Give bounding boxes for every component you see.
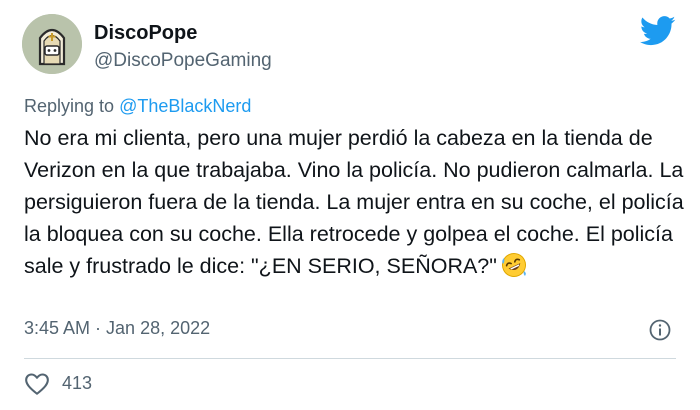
author-name[interactable]: DiscoPope bbox=[94, 22, 197, 45]
tweet-text: No era mi clienta, pero una mujer perdió… bbox=[24, 126, 690, 278]
divider bbox=[24, 358, 676, 359]
tweet-date: Jan 28, 2022 bbox=[106, 318, 211, 338]
pope-mitre-avatar-icon bbox=[22, 14, 82, 74]
twitter-bird-icon[interactable] bbox=[640, 16, 676, 46]
replying-to: Replying to @TheBlackNerd bbox=[24, 96, 251, 117]
reply-mention-link[interactable]: @TheBlackNerd bbox=[119, 96, 251, 116]
tweet-timestamp[interactable]: 3:45 AM · Jan 28, 2022 bbox=[24, 318, 210, 339]
avatar[interactable] bbox=[22, 14, 82, 74]
replying-to-label: Replying to bbox=[24, 96, 120, 116]
meta-separator: · bbox=[90, 318, 107, 338]
like-count: 413 bbox=[62, 373, 93, 393]
heart-icon[interactable] bbox=[24, 372, 50, 396]
tweet-card: DiscoPope @DiscoPopeGaming Replying to @… bbox=[0, 0, 700, 410]
rolling-on-floor-laughing-emoji-icon bbox=[501, 252, 527, 278]
info-icon[interactable] bbox=[648, 318, 672, 342]
tweet-text-block: No era mi clienta, pero una mujer perdió… bbox=[24, 122, 684, 282]
author-handle[interactable]: @DiscoPopeGaming bbox=[94, 50, 272, 72]
tweet-time: 3:45 AM bbox=[24, 318, 91, 338]
